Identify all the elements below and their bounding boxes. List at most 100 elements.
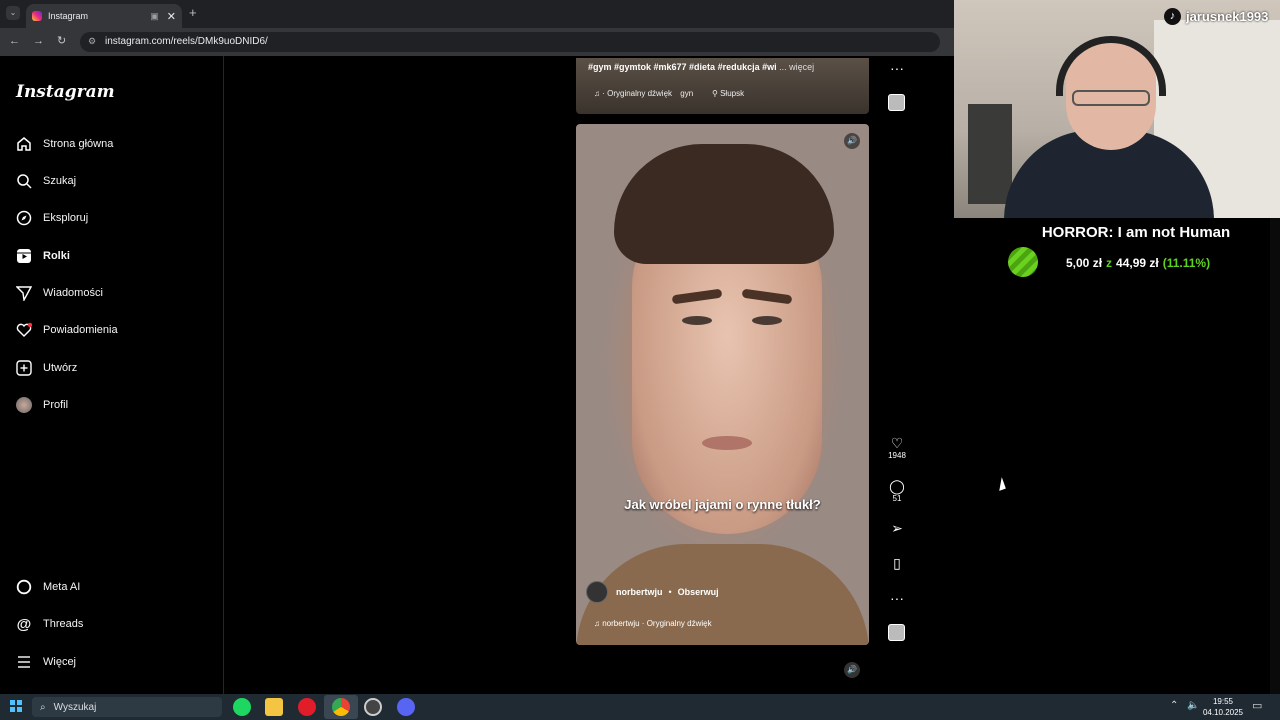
reel-author: norbertwju • Obserwuj (586, 581, 719, 603)
audio-label: · Oryginalny dźwięk (602, 89, 673, 98)
reload-button[interactable]: ↻ (57, 34, 66, 48)
audio-label: norbertwju · Oryginalny dźwięk (602, 619, 712, 628)
reel-video[interactable]: 🔊 Jak wróbel jajami o rynne tłukł? norbe… (576, 124, 869, 645)
sidebar-item-label: Meta AI (43, 581, 81, 593)
follow-button[interactable]: Obserwuj (678, 587, 719, 597)
sidebar-item-profile[interactable]: Profil (16, 394, 68, 416)
goal-percent: (11.11%) (1162, 256, 1211, 270)
goal-target: 44,99 zł (1116, 256, 1159, 270)
sidebar-item-label: Więcej (43, 656, 77, 668)
sidebar-item-messages[interactable]: Wiadomości (16, 282, 103, 304)
search-icon (16, 173, 32, 189)
notification-icon[interactable]: ▭ (1252, 699, 1262, 712)
sidebar-item-meta-ai[interactable]: Meta AI (16, 576, 80, 598)
threads-icon: @ (16, 615, 32, 633)
back-button[interactable]: ← (9, 34, 20, 48)
more-link[interactable]: ... więcej (779, 62, 814, 72)
location-label: Słupsk (720, 89, 745, 98)
discord-icon[interactable] (397, 698, 415, 716)
clock-date: 04.10.2025 (1202, 708, 1244, 717)
video-mouth (702, 436, 752, 450)
previous-reel-card[interactable]: #gym #gymtok #mk677 #dieta #redukcja #wi… (576, 58, 869, 114)
chrome-icon[interactable] (332, 698, 350, 716)
search-placeholder: Wyszukaj (53, 701, 97, 713)
sidebar-item-label: Powiadomienia (43, 324, 118, 336)
instagram-logo[interactable]: Instagram (16, 82, 115, 102)
media-indicator-icon: ▣ (150, 10, 159, 21)
reel-location[interactable]: ⚲ Słupsk (712, 89, 744, 98)
search-icon: ⌕ (40, 701, 46, 713)
heart-outline-icon: ♡ (890, 435, 904, 451)
spotify-icon[interactable] (233, 698, 251, 716)
reel-audio-link[interactable]: ♫ norbertwju · Oryginalny dźwięk (594, 619, 712, 628)
file-explorer-icon[interactable] (265, 698, 283, 716)
sidebar-item-threads[interactable]: @ Threads (16, 613, 84, 635)
donation-goal-title: HORROR: I am not Human (1041, 224, 1231, 241)
sidebar-item-label: Strona główna (43, 138, 114, 150)
mouse-cursor (995, 477, 1006, 491)
reels-icon (16, 248, 32, 264)
heart-icon (16, 322, 32, 338)
system-clock[interactable]: 19:55 04.10.2025 (1200, 696, 1246, 718)
avatar (16, 397, 32, 413)
video-subtitle: Jak wróbel jajami o rynne tłukł? (624, 497, 821, 512)
sidebar-item-create[interactable]: Utwórz (16, 357, 77, 379)
author-avatar[interactable] (586, 581, 608, 603)
caption-text: #gym #gymtok #mk677 #dieta #redukcja #wi (588, 62, 777, 72)
sidebar-item-home[interactable]: Strona główna (16, 133, 113, 155)
taskbar-search-input[interactable]: ⌕ Wyszukaj (32, 697, 222, 717)
prev-audio-thumbnail[interactable] (888, 94, 905, 111)
comment-icon: ◯ (889, 478, 905, 494)
save-button[interactable]: ▯ (884, 555, 910, 571)
music-note-icon: ♫ (594, 89, 600, 98)
author-username[interactable]: norbertwju (616, 587, 663, 597)
meta-ai-icon (16, 579, 32, 595)
share-button[interactable]: ➢ (884, 520, 910, 536)
new-tab-button[interactable]: + (189, 6, 197, 20)
sidebar-item-label: Utwórz (43, 362, 78, 374)
sidebar-item-label: Profil (43, 399, 69, 411)
site-info-icon[interactable]: ⚙ (88, 36, 96, 47)
chevron-up-icon[interactable]: ⌃ (1170, 700, 1178, 711)
menu-icon (16, 654, 32, 670)
system-tray[interactable]: ⌃ 🔈 (1170, 700, 1200, 711)
sidebar-item-reels[interactable]: Rolki (16, 245, 70, 267)
sidebar-item-search[interactable]: Szukaj (16, 170, 76, 192)
sidebar-item-explore[interactable]: Eksploruj (16, 207, 88, 229)
goal-separator: z (1106, 256, 1113, 270)
cam-headset (1056, 36, 1166, 96)
streamer-name: jarusnek1993 (1186, 9, 1269, 24)
separator-dot: • (668, 587, 672, 597)
reel-audio[interactable]: ♫ · Oryginalny dźwięk gyn (594, 89, 693, 98)
bookmark-icon: ▯ (893, 555, 901, 571)
tiktok-icon: ♪ (1164, 8, 1181, 25)
tab-search-button[interactable]: ⌄ (6, 6, 20, 20)
windows-start-icon[interactable] (10, 700, 22, 712)
obs-icon[interactable] (364, 698, 382, 716)
close-tab-icon[interactable]: ✕ (167, 10, 176, 23)
like-button[interactable]: ♡ 1948 (884, 435, 910, 460)
like-count: 1948 (888, 451, 906, 460)
music-note-icon: ♫ (594, 619, 600, 628)
speaker-icon[interactable]: 🔈 (1187, 700, 1199, 711)
audio-thumbnail[interactable] (888, 624, 905, 641)
instagram-favicon-icon (32, 11, 42, 21)
sidebar-item-more[interactable]: Więcej (16, 651, 76, 673)
browser-tab-instagram[interactable]: Instagram ▣ ✕ (26, 4, 182, 28)
sidebar-item-notifications[interactable]: Powiadomienia (16, 319, 118, 341)
comment-count: 51 (892, 494, 902, 503)
more-options-button[interactable]: ··· (884, 590, 910, 606)
tab-title: Instagram (48, 11, 89, 21)
sidebar-item-label: Szukaj (43, 175, 77, 187)
video-eye (682, 316, 712, 325)
next-reel-volume-icon[interactable]: 🔊 (844, 662, 860, 678)
sidebar-item-label: Rolki (43, 250, 70, 262)
compass-icon (16, 210, 32, 226)
volume-icon[interactable]: 🔊 (844, 133, 860, 149)
audio-tag: gyn (680, 89, 694, 98)
prev-more-options-icon[interactable]: ··· (884, 60, 910, 76)
comment-button[interactable]: ◯ 51 (884, 478, 910, 503)
forward-button[interactable]: → (33, 34, 44, 48)
video-hair (614, 144, 834, 264)
opera-icon[interactable] (298, 698, 316, 716)
